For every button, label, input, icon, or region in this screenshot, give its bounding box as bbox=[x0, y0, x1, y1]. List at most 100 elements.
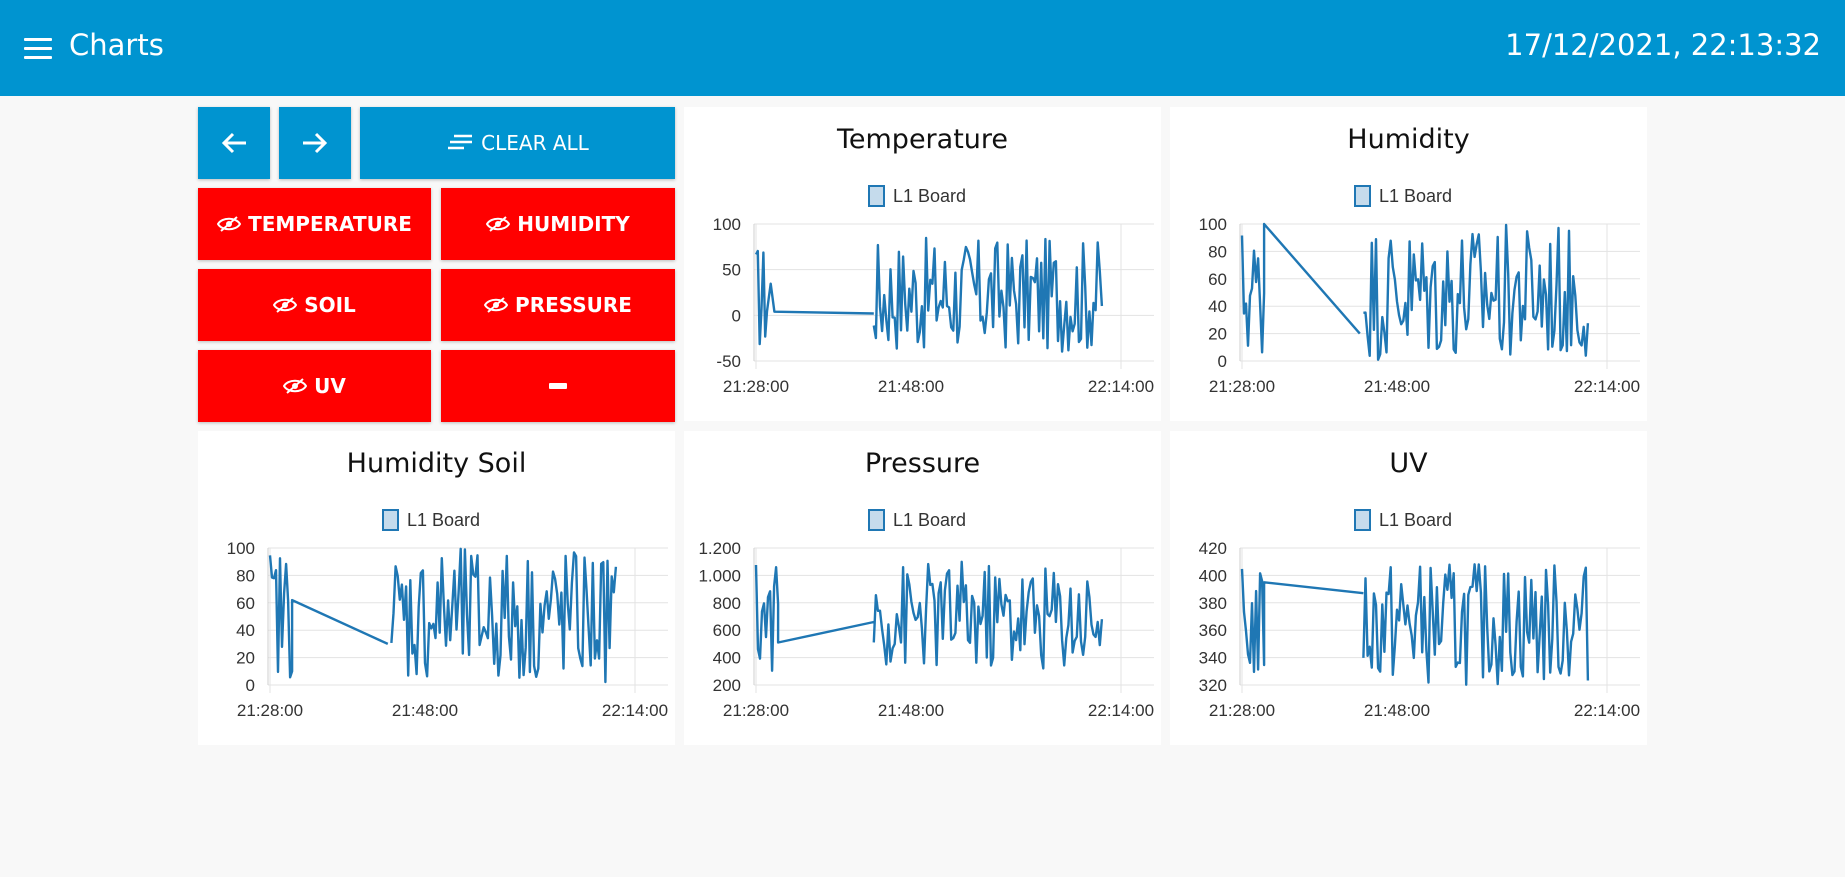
series-line bbox=[1240, 563, 1590, 686]
y-tick-label: 60 bbox=[1208, 270, 1227, 289]
y-tick-label: 800 bbox=[713, 594, 741, 613]
toggle-uv-button[interactable]: UV bbox=[198, 350, 431, 422]
y-tick-label: 400 bbox=[713, 649, 741, 668]
legend-label: L1 Board bbox=[893, 186, 966, 206]
legend-swatch bbox=[1354, 509, 1371, 531]
arrow-left-icon bbox=[221, 132, 246, 154]
toggle-humidity-label: HUMIDITY bbox=[517, 212, 630, 236]
x-tick-label: 21:28:00 bbox=[723, 701, 789, 720]
chart-card-uv: UV L1 Board 420 400 380 360 340 320 21:28:00 21:… bbox=[1170, 431, 1647, 745]
y-tick-label: 80 bbox=[1208, 242, 1227, 261]
y-tick-label: 20 bbox=[1208, 325, 1227, 344]
chart-uv: L1 Board 420 400 380 360 340 320 21:28:00 21:48:… bbox=[1199, 509, 1640, 720]
y-tick-label: 340 bbox=[1199, 649, 1227, 668]
y-tick-label: 40 bbox=[1208, 297, 1227, 316]
legend-swatch bbox=[868, 185, 885, 207]
x-tick-label: 22:14:00 bbox=[1574, 701, 1640, 720]
series-line bbox=[754, 560, 1104, 672]
legend-swatch bbox=[1354, 185, 1371, 207]
toggle-soil-label: SOIL bbox=[304, 293, 356, 317]
eye-slash-icon bbox=[486, 216, 511, 232]
y-tick-label: 100 bbox=[713, 215, 741, 234]
eye-slash-icon bbox=[484, 297, 509, 313]
legend[interactable]: L1 Board bbox=[1354, 185, 1452, 207]
legend-label: L1 Board bbox=[893, 510, 966, 530]
y-tick-label: 200 bbox=[713, 676, 741, 695]
legend-swatch bbox=[382, 509, 399, 531]
x-tick-label: 22:14:00 bbox=[602, 701, 668, 720]
x-tick-label: 21:28:00 bbox=[1209, 701, 1275, 720]
x-tick-label: 21:48:00 bbox=[392, 701, 458, 720]
top-app-bar: Charts 17/12/2021, 22:13:32 bbox=[0, 0, 1845, 96]
legend[interactable]: L1 Board bbox=[382, 509, 480, 531]
eye-slash-icon bbox=[217, 216, 242, 232]
legend-label: L1 Board bbox=[1379, 510, 1452, 530]
toggle-soil-button[interactable]: SOIL bbox=[198, 269, 431, 341]
series-line bbox=[754, 236, 1104, 353]
y-tick-label: 420 bbox=[1199, 539, 1227, 558]
clear-lines-icon bbox=[446, 133, 474, 153]
forward-button[interactable] bbox=[279, 107, 351, 179]
y-tick-label: 0 bbox=[246, 676, 255, 695]
x-tick-label: 21:48:00 bbox=[878, 377, 944, 396]
toggle-humidity-button[interactable]: HUMIDITY bbox=[441, 188, 675, 260]
toggle-uv-label: UV bbox=[314, 374, 346, 398]
y-tick-label: 380 bbox=[1199, 594, 1227, 613]
toggle-temperature-button[interactable]: TEMPERATURE bbox=[198, 188, 431, 260]
clear-all-button[interactable]: CLEAR ALL bbox=[360, 107, 675, 179]
chart-card-humidity-soil: Humidity Soil L1 Board 100 80 60 40 20 0 21:28:… bbox=[198, 431, 675, 745]
x-tick-label: 21:48:00 bbox=[878, 701, 944, 720]
x-tick-label: 21:48:00 bbox=[1364, 701, 1430, 720]
y-tick-label: -50 bbox=[716, 352, 741, 371]
y-tick-label: 100 bbox=[227, 539, 255, 558]
legend[interactable]: L1 Board bbox=[1354, 509, 1452, 531]
legend-label: L1 Board bbox=[1379, 186, 1452, 206]
arrow-right-icon bbox=[303, 132, 328, 154]
y-tick-label: 80 bbox=[236, 566, 255, 585]
legend[interactable]: L1 Board bbox=[868, 509, 966, 531]
x-tick-label: 21:28:00 bbox=[723, 377, 789, 396]
chart-humidity-soil: L1 Board 100 80 60 40 20 0 21:28:00 21:48:00 22:1… bbox=[227, 509, 668, 720]
toggle-pressure-label: PRESSURE bbox=[515, 293, 632, 317]
eye-slash-icon bbox=[283, 378, 308, 394]
series-line bbox=[1240, 222, 1590, 361]
y-tick-label: 0 bbox=[1218, 352, 1227, 371]
legend-label: L1 Board bbox=[407, 510, 480, 530]
y-tick-label: 1.000 bbox=[698, 566, 741, 585]
toggle-pressure-button[interactable]: PRESSURE bbox=[441, 269, 675, 341]
series-line bbox=[268, 547, 618, 684]
y-tick-label: 60 bbox=[236, 594, 255, 613]
y-tick-label: 600 bbox=[713, 621, 741, 640]
x-tick-label: 22:14:00 bbox=[1574, 377, 1640, 396]
back-button[interactable] bbox=[198, 107, 270, 179]
toggle-temperature-label: TEMPERATURE bbox=[248, 212, 412, 236]
y-tick-label: 320 bbox=[1199, 676, 1227, 695]
x-tick-label: 22:14:00 bbox=[1088, 701, 1154, 720]
datetime-display: 17/12/2021, 22:13:32 bbox=[1505, 28, 1821, 62]
y-tick-label: 100 bbox=[1199, 215, 1227, 234]
minus-icon bbox=[549, 383, 567, 389]
legend[interactable]: L1 Board bbox=[868, 185, 966, 207]
y-tick-label: 360 bbox=[1199, 621, 1227, 640]
x-tick-label: 21:28:00 bbox=[237, 701, 303, 720]
y-tick-label: 50 bbox=[722, 261, 741, 280]
y-tick-label: 0 bbox=[732, 306, 741, 325]
x-tick-label: 22:14:00 bbox=[1088, 377, 1154, 396]
x-tick-label: 21:28:00 bbox=[1209, 377, 1275, 396]
y-tick-label: 40 bbox=[236, 621, 255, 640]
eye-slash-icon bbox=[273, 297, 298, 313]
minus-button[interactable] bbox=[441, 350, 675, 422]
clear-all-label: CLEAR ALL bbox=[481, 131, 589, 155]
chart-pressure: L1 Board 1.200 1.000 800 600 400 200 21:28:00 21… bbox=[698, 509, 1154, 720]
chart-card-temperature: Temperature L1 Board 100 50 0 -50 21:28:00 21:… bbox=[684, 107, 1161, 421]
chart-card-humidity: Humidity L1 Board 100 80 60 40 20 0 21:28:00 21:… bbox=[1170, 107, 1647, 421]
y-tick-label: 1.200 bbox=[698, 539, 741, 558]
chart-card-pressure: Pressure L1 Board 1.200 1.000 800 600 400 200 2… bbox=[684, 431, 1161, 745]
y-tick-label: 400 bbox=[1199, 566, 1227, 585]
chart-temperature: L1 Board 100 50 0 -50 21:28:00 21:48:00 22:14:0… bbox=[713, 185, 1154, 396]
legend-swatch bbox=[868, 509, 885, 531]
chart-humidity: L1 Board 100 80 60 40 20 0 21:28:00 21:48:00 22:1… bbox=[1199, 185, 1640, 396]
hamburger-icon[interactable] bbox=[24, 38, 52, 60]
x-tick-label: 21:48:00 bbox=[1364, 377, 1430, 396]
page-title: Charts bbox=[69, 28, 164, 62]
